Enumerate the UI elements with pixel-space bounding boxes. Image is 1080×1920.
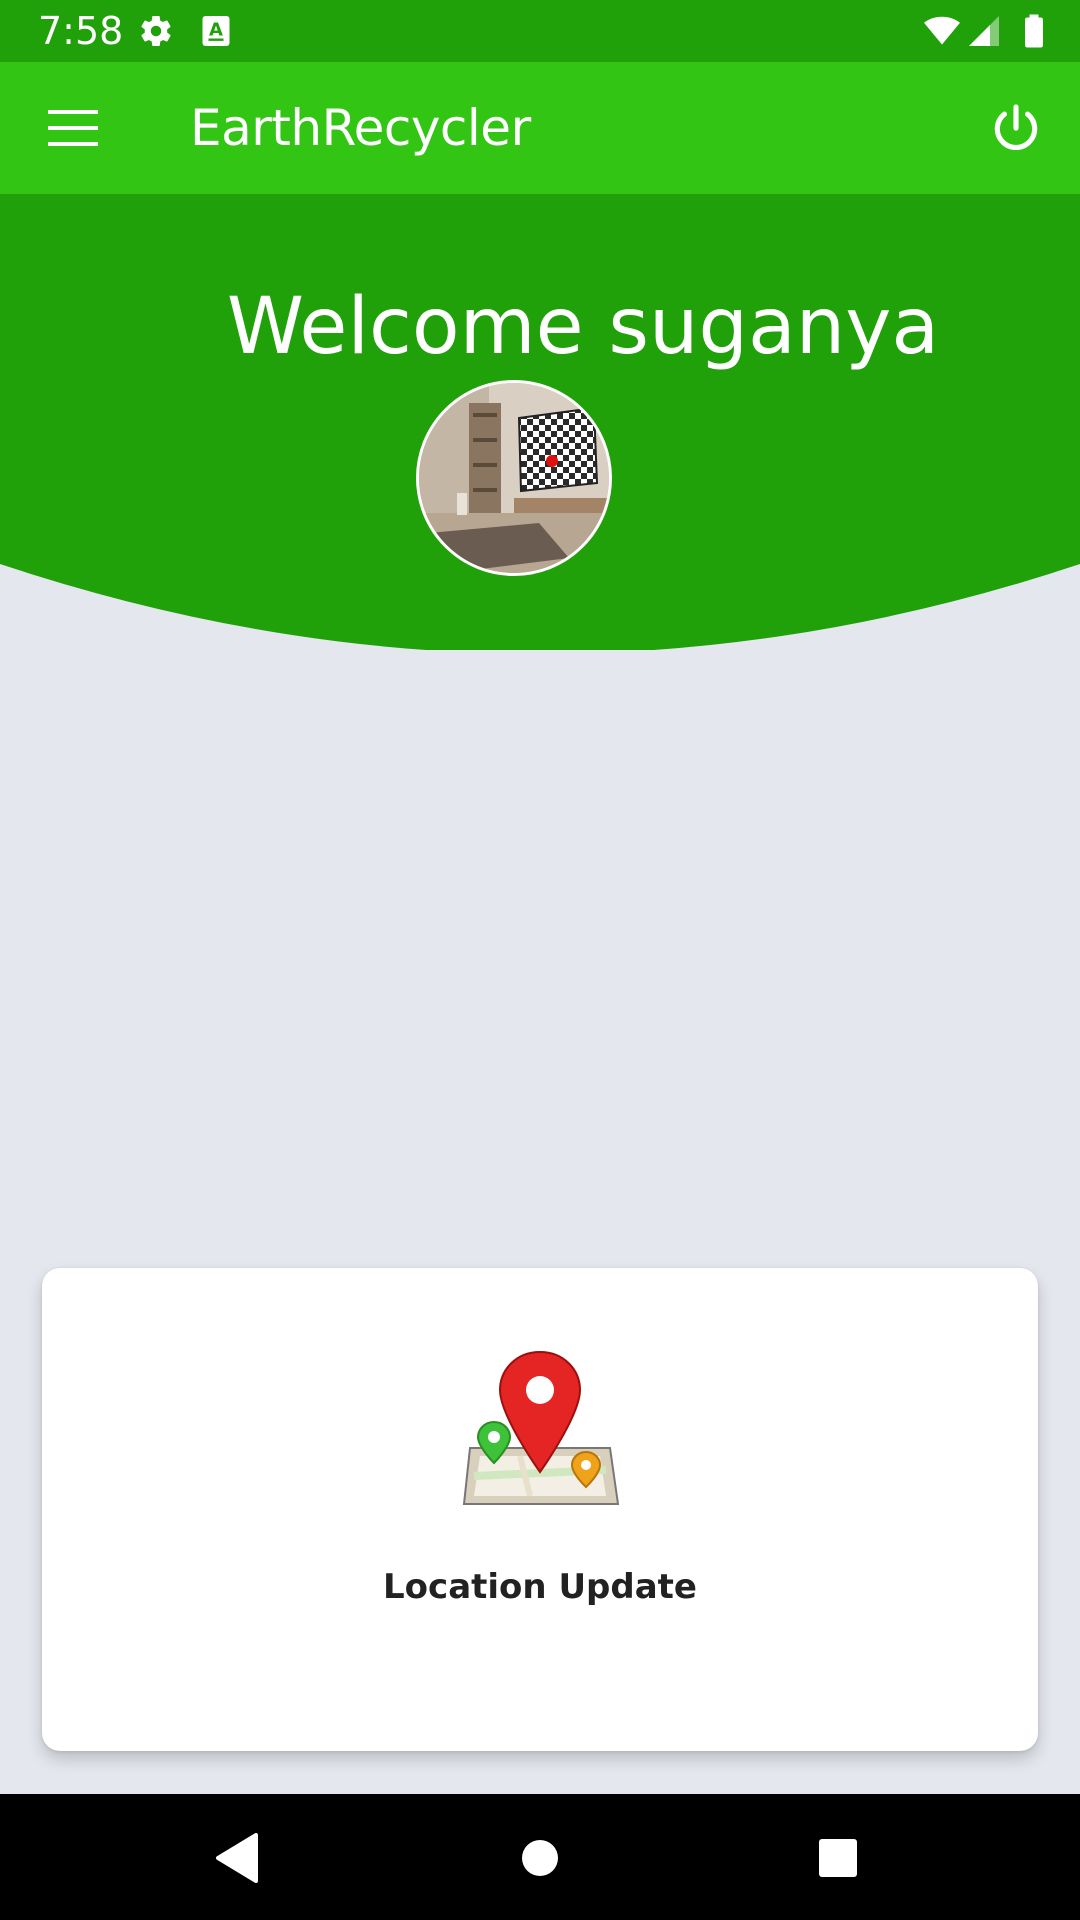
location-update-label: Location Update — [383, 1567, 697, 1607]
welcome-text: Welcome suganya — [226, 282, 940, 372]
status-time: 7:58 — [38, 9, 124, 53]
gear-icon — [141, 16, 171, 47]
cell-signal-icon — [969, 16, 999, 46]
app-bar: EarthRecycler — [0, 62, 1080, 194]
avatar[interactable] — [416, 380, 612, 576]
app-title: EarthRecycler — [190, 99, 531, 157]
home-button[interactable] — [502, 1820, 578, 1896]
navigation-bar — [0, 1794, 1080, 1920]
back-icon — [216, 1833, 258, 1883]
home-icon — [522, 1840, 558, 1876]
map-location-icon — [462, 1350, 620, 1505]
back-button[interactable] — [200, 1820, 276, 1896]
avatar-image — [419, 383, 609, 573]
location-update-card[interactable]: Location Update — [42, 1268, 1038, 1751]
battery-icon — [1025, 14, 1043, 48]
text-a-icon: A — [202, 16, 230, 46]
recents-icon — [819, 1839, 857, 1877]
hamburger-menu-icon — [48, 110, 98, 146]
power-icon — [994, 104, 1038, 151]
svg-text:A: A — [209, 20, 223, 41]
status-bar: 7:58 A — [0, 0, 1080, 62]
logout-button[interactable] — [970, 82, 1062, 174]
recents-button[interactable] — [800, 1820, 876, 1896]
menu-button[interactable] — [26, 84, 120, 172]
wifi-icon — [924, 16, 960, 45]
